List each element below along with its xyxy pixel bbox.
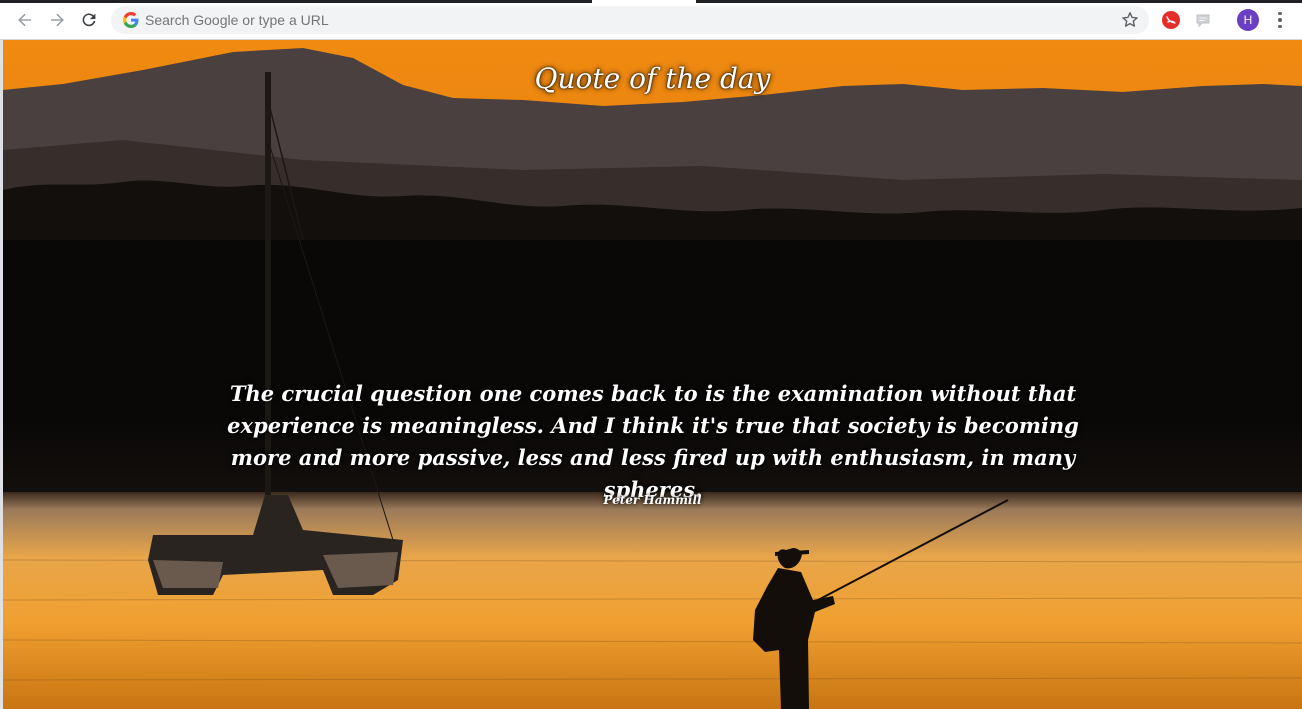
quote-text: The crucial question one comes back to i… [227, 381, 1079, 502]
quote-author: Peter Hammill [603, 493, 702, 507]
google-g-icon [123, 12, 139, 28]
red-extension-icon[interactable] [1162, 11, 1180, 29]
background-photo [3, 40, 1302, 709]
tab-strip-edge [0, 0, 1302, 3]
arrow-right-icon [51, 13, 64, 27]
back-button[interactable] [13, 8, 37, 32]
reload-button[interactable] [77, 8, 101, 32]
page-title: Quote of the day [534, 62, 771, 95]
chat-bubble-glyph [1196, 14, 1210, 28]
three-dots-menu-icon[interactable] [1272, 9, 1288, 31]
omnibox-input[interactable] [145, 6, 1105, 34]
page-viewport: Quote of the day The crucial question on… [3, 40, 1302, 709]
forward-button[interactable] [45, 8, 69, 32]
arrow-left-icon [18, 13, 31, 27]
browser-toolbar: H [0, 0, 1302, 40]
omnibox[interactable] [111, 6, 1149, 34]
profile-avatar[interactable]: H [1237, 9, 1259, 31]
chat-extension-icon[interactable] [1194, 11, 1212, 29]
red-extension-glyph [1166, 16, 1176, 24]
star-icon[interactable] [1121, 11, 1139, 29]
reload-icon [82, 13, 96, 27]
active-tab-edge [592, 0, 696, 3]
